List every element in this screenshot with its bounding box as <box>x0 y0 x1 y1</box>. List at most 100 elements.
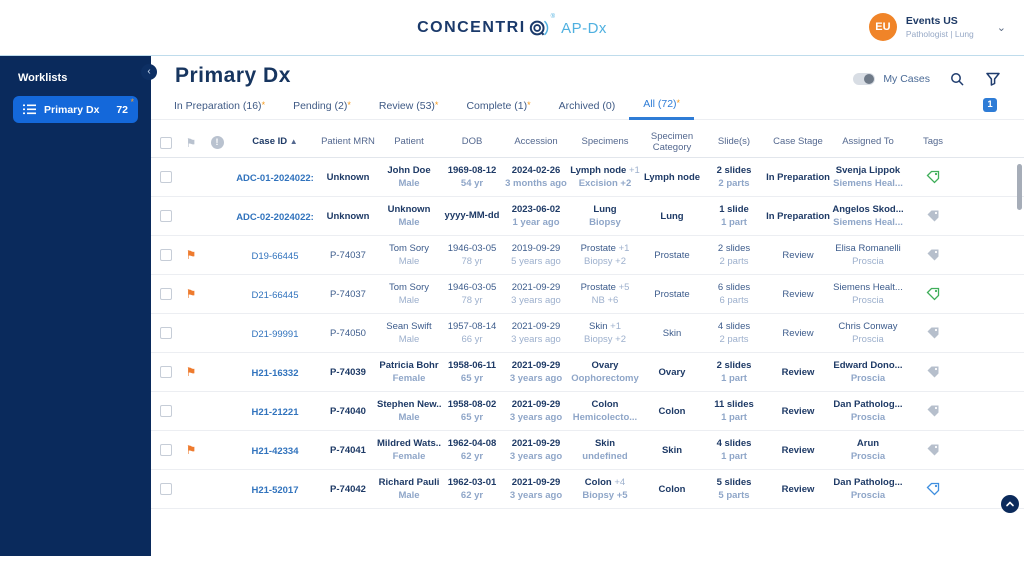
scrollbar-thumb[interactable] <box>1017 164 1022 210</box>
patient-sex: Male <box>398 334 420 345</box>
logo-registered-mark: ® <box>550 14 556 20</box>
table-row[interactable]: ⚑ ADC-02-2024022: Unknown Unknown Male y… <box>151 197 1024 236</box>
specimen-procedure: undefined <box>582 451 628 462</box>
age: 65 yr <box>460 373 484 384</box>
specimen-procedure: Hemicolecto... <box>572 412 638 423</box>
table-row[interactable]: ⚑ H21-42334 P-74041 Mildred Wats... Fema… <box>151 431 1024 470</box>
row-checkbox[interactable] <box>160 444 172 456</box>
tab-star: * <box>527 100 531 110</box>
col-patient-mrn[interactable]: Patient MRN <box>319 136 377 148</box>
row-checkbox[interactable] <box>160 405 172 417</box>
logo-q-icon <box>529 20 548 36</box>
tag-icon[interactable] <box>926 287 940 301</box>
select-all-checkbox[interactable] <box>160 136 172 149</box>
app-screen: CONCENTRI ® AP-Dx EU Events US Pathologi… <box>0 0 1024 576</box>
case-id-link[interactable]: H21-16332 <box>251 368 298 379</box>
col-accession[interactable]: Accession <box>503 136 569 148</box>
row-checkbox[interactable] <box>160 249 172 261</box>
tag-icon[interactable] <box>926 170 940 184</box>
case-id-link[interactable]: D21-99991 <box>251 329 298 340</box>
avatar: EU <box>868 13 897 41</box>
col-patient[interactable]: Patient <box>377 136 441 148</box>
my-cases-label: My Cases <box>883 73 930 85</box>
patient-name: Unknown <box>387 204 431 215</box>
row-checkbox[interactable] <box>160 327 172 339</box>
patient-name: Sean Swift <box>386 321 432 332</box>
table-row[interactable]: ⚑ D19-66445 P-74037 Tom Sory Male 1946-0… <box>151 236 1024 275</box>
row-checkbox[interactable] <box>160 210 172 222</box>
case-id-link[interactable]: H21-52017 <box>251 485 298 496</box>
tab-all-72-[interactable]: All (72)* <box>629 98 695 120</box>
row-checkbox[interactable] <box>160 366 172 378</box>
table-row[interactable]: ⚑ D21-99991 P-74050 Sean Swift Male 1957… <box>151 314 1024 353</box>
tag-icon[interactable] <box>926 482 940 496</box>
specimen: Skin <box>589 321 608 332</box>
slides-count: 4 slides <box>717 321 751 332</box>
my-cases-toggle[interactable] <box>853 73 876 85</box>
tag-icon[interactable] <box>926 248 940 262</box>
sidebar-collapse-button[interactable]: ‹ <box>141 64 157 80</box>
tab-complete-1-[interactable]: Complete (1)* <box>452 100 544 119</box>
assigned-to: Angelos Skod... <box>832 204 904 215</box>
col-case-id[interactable]: Case ID ▲ <box>231 136 319 148</box>
user-menu[interactable]: EU Events US Pathologist | Lung ⌄ <box>868 13 1006 41</box>
col-case-stage[interactable]: Case Stage <box>765 136 831 148</box>
tab-review-53-[interactable]: Review (53)* <box>365 100 453 119</box>
page-number-badge[interactable]: 1 <box>983 98 997 112</box>
case-id-link[interactable]: ADC-01-2024022: <box>236 173 314 184</box>
tag-icon[interactable] <box>926 209 940 223</box>
scroll-to-top-button[interactable] <box>1001 495 1019 513</box>
tag-icon[interactable] <box>926 326 940 340</box>
table-row[interactable]: ⚑ D21-66445 P-74037 Tom Sory Male 1946-0… <box>151 275 1024 314</box>
patient-name: Richard Pauli <box>378 477 440 488</box>
assigned-org: Proscia <box>850 451 886 462</box>
table-row[interactable]: ⚑ H21-21221 P-74040 Stephen New... Male … <box>151 392 1024 431</box>
tag-icon[interactable] <box>926 365 940 379</box>
table-row[interactable]: ⚑ ADC-01-2024022: Unknown John Doe Male … <box>151 158 1024 197</box>
dob: 1946-03-05 <box>447 243 497 254</box>
table-row[interactable]: ⚑ H21-52017 P-74042 Richard Pauli Male 1… <box>151 470 1024 509</box>
row-checkbox[interactable] <box>160 171 172 183</box>
patient-name: Tom Sory <box>388 282 430 293</box>
tag-icon[interactable] <box>926 404 940 418</box>
sidebar-item-primary-dx[interactable]: Primary Dx 72 * <box>13 96 138 123</box>
col-tags[interactable]: Tags <box>905 136 961 148</box>
user-name: Events US <box>905 15 958 27</box>
chevron-down-icon[interactable]: ⌄ <box>997 21 1006 34</box>
tab-archived-0-[interactable]: Archived (0)* <box>545 100 630 119</box>
specimen: Colon <box>584 477 612 488</box>
accession-date: 2023-06-02 <box>511 204 561 215</box>
search-icon[interactable] <box>948 70 966 88</box>
tab-pending-2-[interactable]: Pending (2)* <box>279 100 365 119</box>
tag-icon[interactable] <box>926 443 940 457</box>
case-id-link[interactable]: D21-66445 <box>251 290 298 301</box>
age: 62 yr <box>460 451 484 462</box>
col-slides[interactable]: Slide(s) <box>703 136 765 148</box>
dob: 1958-06-11 <box>447 360 497 371</box>
alert-column-icon[interactable]: ! <box>210 136 224 149</box>
case-stage: In Preparation <box>766 210 830 222</box>
patient-name: Stephen New... <box>377 399 441 410</box>
assigned-org: Proscia <box>852 334 884 345</box>
specimen-suffix: +1 <box>628 165 640 176</box>
case-id-link[interactable]: H21-42334 <box>251 446 298 457</box>
row-checkbox[interactable] <box>160 483 172 495</box>
row-checkbox[interactable] <box>160 288 172 300</box>
table-scrollbar[interactable] <box>1017 162 1022 552</box>
case-id-link[interactable]: H21-21221 <box>251 407 298 418</box>
col-specimen-category[interactable]: Specimen Category <box>641 131 703 154</box>
patient-mrn: P-74041 <box>330 444 366 456</box>
tab-in-preparation-16-[interactable]: In Preparation (16)* <box>160 100 279 119</box>
table-row[interactable]: ⚑ H21-16332 P-74039 Patricia Bohr Female… <box>151 353 1024 392</box>
flag-column-icon[interactable]: ⚑ <box>179 136 203 150</box>
table-header: ⚑ ! Case ID ▲ Patient MRN Patient DOB Ac… <box>151 128 1024 158</box>
case-id-link[interactable]: ADC-02-2024022: <box>236 212 314 223</box>
col-assigned-to[interactable]: Assigned To <box>831 136 905 148</box>
col-specimens[interactable]: Specimens <box>569 136 641 148</box>
patient-mrn: P-74037 <box>330 249 366 261</box>
case-id-link[interactable]: D19-66445 <box>251 251 298 262</box>
accession-date: 2021-09-29 <box>511 360 561 371</box>
toggle-knob <box>864 74 875 84</box>
filter-icon[interactable] <box>984 70 1002 88</box>
col-dob[interactable]: DOB <box>441 136 503 148</box>
